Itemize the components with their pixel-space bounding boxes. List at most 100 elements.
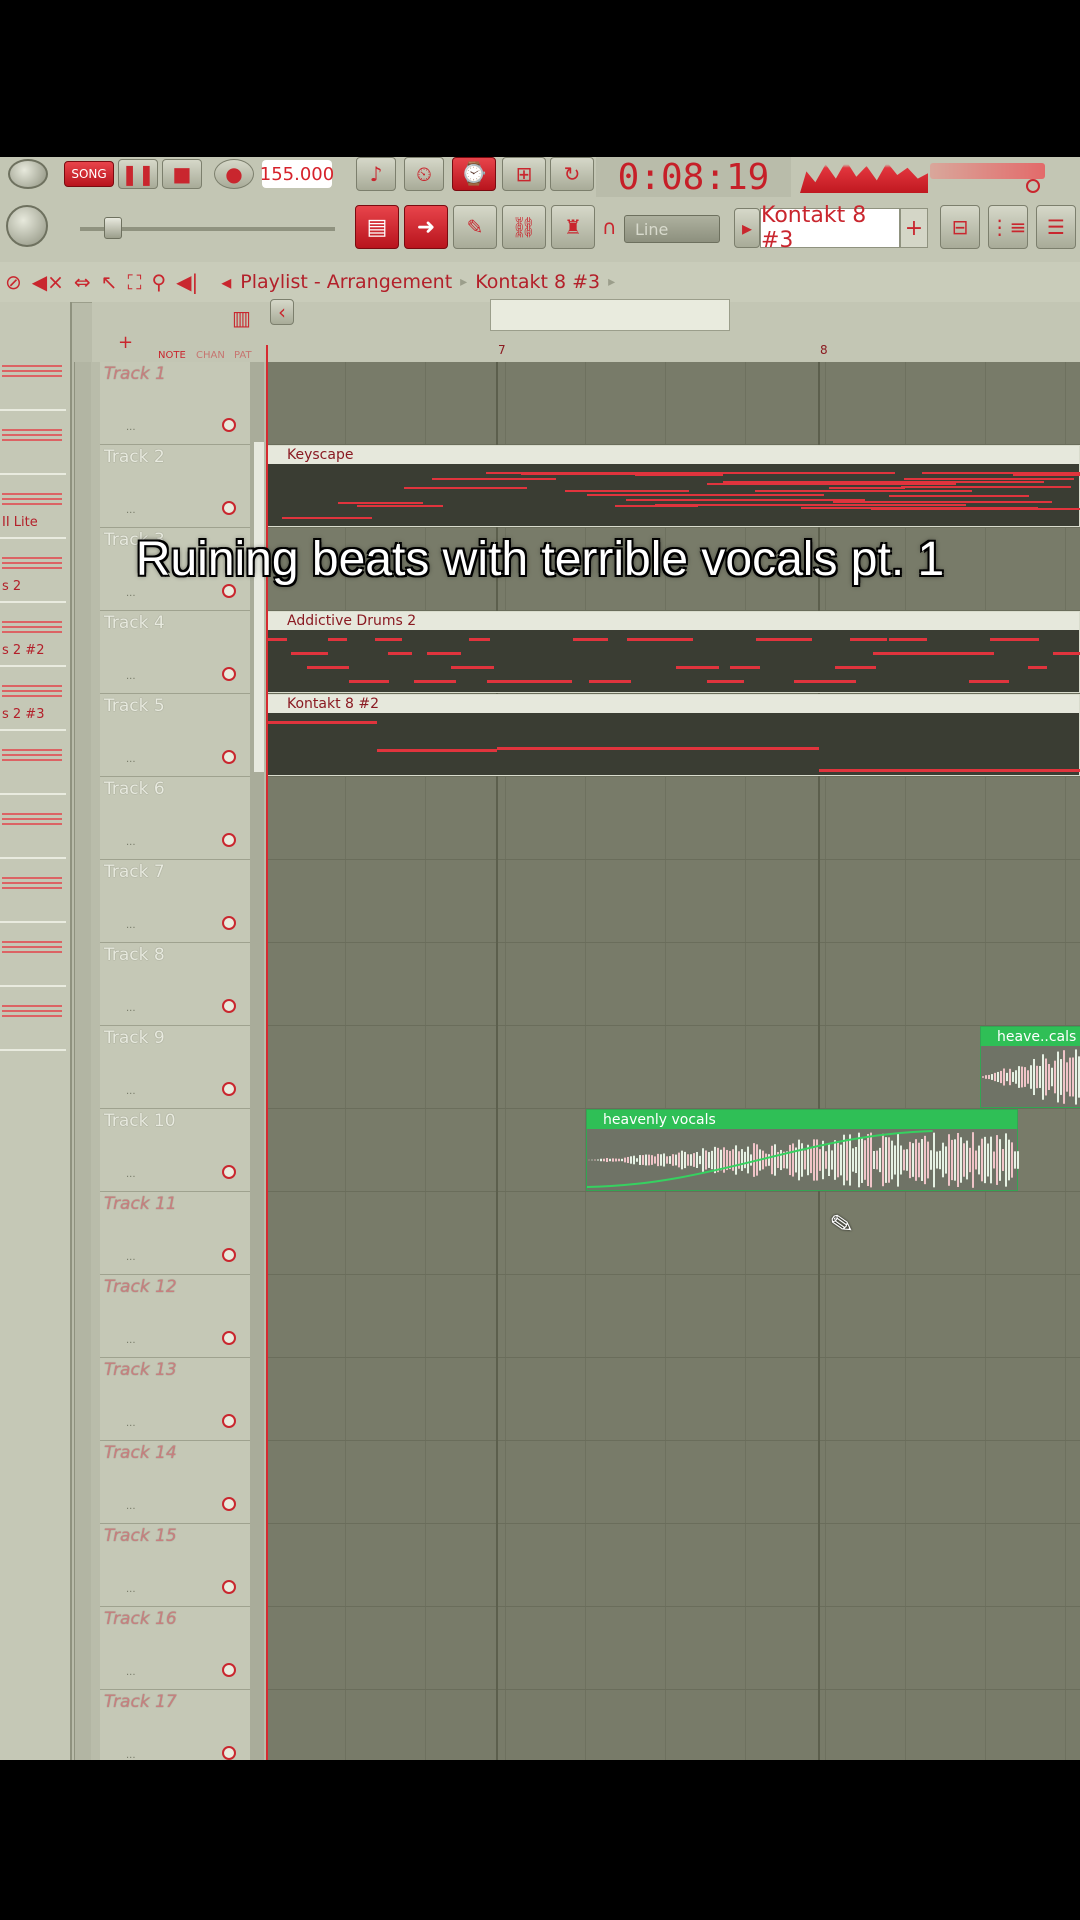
track-mute-led-icon[interactable]	[222, 667, 236, 681]
track-mute-led-icon[interactable]	[222, 916, 236, 930]
picker-item[interactable]	[0, 997, 66, 1051]
track-mute-led-icon[interactable]	[222, 999, 236, 1013]
track-options-icon[interactable]: ...	[126, 505, 136, 516]
track-options-icon[interactable]: ...	[126, 1335, 136, 1346]
speaker-icon[interactable]: ◀×	[32, 270, 64, 294]
track-lane[interactable]	[266, 1690, 1080, 1760]
draw-tool-button[interactable]: ✎	[453, 205, 497, 249]
loop-record-button[interactable]: ↻	[550, 157, 594, 191]
song-mode-button[interactable]: SONG	[64, 161, 114, 187]
scroll-left-button[interactable]: ‹	[270, 299, 294, 325]
mixer-button[interactable]: ⊟	[940, 205, 980, 249]
track-mute-led-icon[interactable]	[222, 418, 236, 432]
breadcrumb-pattern[interactable]: Kontakt 8 #3	[475, 271, 600, 293]
track-mute-led-icon[interactable]	[222, 1414, 236, 1428]
pause-button[interactable]: ❚❚	[118, 159, 158, 189]
audio-clip[interactable]: heave..cals	[980, 1026, 1080, 1108]
track-lane[interactable]	[266, 777, 1080, 860]
track-header[interactable]: Track 7...	[100, 860, 250, 943]
track-options-icon[interactable]: ...	[126, 1252, 136, 1263]
record-button[interactable]: ●	[214, 159, 254, 189]
track-mute-led-icon[interactable]	[222, 1580, 236, 1594]
zoom-icon[interactable]: ⚲	[151, 270, 166, 294]
track-lane[interactable]	[266, 1275, 1080, 1358]
track-header[interactable]: Track 2...	[100, 445, 250, 528]
pattern-clip[interactable]: Addictive Drums 2	[266, 611, 1080, 693]
track-mute-led-icon[interactable]	[222, 750, 236, 764]
picker-item[interactable]	[0, 933, 66, 987]
add-track-button[interactable]: +	[118, 332, 138, 353]
track-lane[interactable]	[266, 1607, 1080, 1690]
track-header[interactable]: Track 13...	[100, 1358, 250, 1441]
tab-pat[interactable]: PAT	[234, 350, 252, 361]
song-time-display[interactable]: 0:08:19	[596, 157, 791, 198]
track-mute-led-icon[interactable]	[222, 501, 236, 515]
track-options-icon[interactable]: ...	[126, 671, 136, 682]
track-lane[interactable]	[266, 1192, 1080, 1275]
picker-item[interactable]	[0, 741, 66, 795]
tempo-display[interactable]: 155.000	[260, 160, 334, 188]
picker-item[interactable]	[0, 421, 66, 475]
track-lane[interactable]	[266, 860, 1080, 943]
stamp-tool-button[interactable]: ♜	[551, 205, 595, 249]
track-options-icon[interactable]: ...	[126, 1169, 136, 1180]
picker-item[interactable]	[0, 869, 66, 923]
track-lane[interactable]	[266, 362, 1080, 445]
countdown-button[interactable]: ⌚	[452, 157, 496, 191]
track-options-icon[interactable]: ...	[126, 837, 136, 848]
track-options-icon[interactable]: ...	[126, 754, 136, 765]
pointer-icon[interactable]: ↖	[101, 270, 118, 294]
snap-select[interactable]: Line	[624, 215, 720, 243]
track-header[interactable]: Track 4...	[100, 611, 250, 694]
select-icon[interactable]: ⛶	[127, 270, 141, 294]
play-sound-icon[interactable]: ◀|	[176, 270, 198, 294]
track-lane[interactable]	[266, 1358, 1080, 1441]
wait-for-input-button[interactable]: ⏲	[404, 157, 444, 191]
horizontal-scroll-thumb[interactable]	[490, 299, 730, 331]
chevron-left-icon[interactable]: ◂	[221, 270, 231, 294]
metronome-button[interactable]: ♪	[356, 157, 396, 191]
track-lane[interactable]	[266, 1441, 1080, 1524]
track-options-icon[interactable]: ...	[126, 1667, 136, 1678]
main-slider-thumb[interactable]	[104, 217, 122, 239]
add-pattern-button[interactable]: +	[900, 208, 928, 248]
magnet-icon[interactable]: ∩	[602, 215, 624, 243]
track-options-icon[interactable]: ...	[126, 920, 136, 931]
picker-item[interactable]: s 2 #2	[0, 613, 66, 667]
target-icon[interactable]: ⊘	[5, 270, 22, 294]
pattern-selector[interactable]: Kontakt 8 #3	[760, 203, 900, 253]
track-lane[interactable]	[266, 1026, 1080, 1109]
piano-icon[interactable]: ▥	[232, 306, 256, 330]
tab-note[interactable]: NOTE	[158, 350, 186, 361]
pattern-clip[interactable]: Keyscape	[266, 445, 1080, 527]
track-options-icon[interactable]: ...	[126, 1750, 136, 1760]
track-header[interactable]: Track 15...	[100, 1524, 250, 1607]
track-header[interactable]: Track 6...	[100, 777, 250, 860]
master-pitch-knob[interactable]	[6, 205, 48, 247]
track-header[interactable]: Track 14...	[100, 1441, 250, 1524]
track-header[interactable]: Track 12...	[100, 1275, 250, 1358]
playlist-view-button[interactable]: ▤	[355, 205, 399, 249]
track-mute-led-icon[interactable]	[222, 1082, 236, 1096]
pattern-prev-button[interactable]: ▸	[734, 208, 760, 248]
piano-roll-button[interactable]: ⋮≡	[988, 205, 1028, 249]
track-header[interactable]: Track 11...	[100, 1192, 250, 1275]
track-options-icon[interactable]: ...	[126, 1003, 136, 1014]
track-mute-led-icon[interactable]	[222, 1331, 236, 1345]
track-header[interactable]: Track 9...	[100, 1026, 250, 1109]
breadcrumb-playlist[interactable]: Playlist - Arrangement	[240, 271, 452, 293]
picker-item[interactable]	[0, 805, 66, 859]
pattern-clip[interactable]: Kontakt 8 #2	[266, 694, 1080, 776]
link-tool-button[interactable]: ⛓	[502, 205, 546, 249]
track-header[interactable]: Track 10...	[100, 1109, 250, 1192]
picker-item[interactable]: s 2 #3	[0, 677, 66, 731]
track-options-icon[interactable]: ...	[126, 1086, 136, 1097]
track-mute-led-icon[interactable]	[222, 1248, 236, 1262]
step-edit-button[interactable]: ⊞	[502, 157, 546, 191]
track-options-icon[interactable]: ...	[126, 422, 136, 433]
track-options-icon[interactable]: ...	[126, 1418, 136, 1429]
track-mute-led-icon[interactable]	[222, 1663, 236, 1677]
master-volume-knob[interactable]	[8, 159, 48, 189]
browser-button[interactable]: ☰	[1036, 205, 1076, 249]
track-options-icon[interactable]: ...	[126, 588, 136, 599]
